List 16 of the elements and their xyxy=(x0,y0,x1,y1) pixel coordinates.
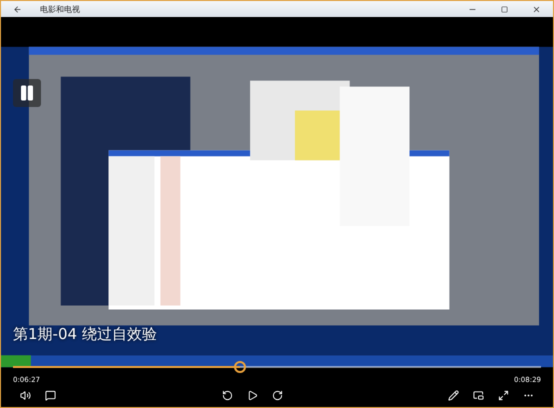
window-title: 电影和电视 xyxy=(40,4,81,14)
speaker-icon xyxy=(20,390,31,401)
maximize-icon xyxy=(501,6,508,12)
pause-button[interactable] xyxy=(13,79,41,107)
speech-bubble-icon xyxy=(45,390,56,401)
progress-thumb[interactable] xyxy=(234,361,246,373)
fullscreen-icon xyxy=(498,390,509,401)
rewind-icon xyxy=(222,390,232,401)
video-title: 第1期-04 绕过自效验 xyxy=(13,325,158,344)
back-arrow-icon xyxy=(13,4,22,14)
pause-icon xyxy=(18,84,36,102)
close-icon xyxy=(532,4,541,14)
mini-view-icon xyxy=(473,390,484,401)
pencil-icon xyxy=(448,390,459,401)
play-icon xyxy=(246,390,258,401)
forward-icon xyxy=(272,390,282,401)
